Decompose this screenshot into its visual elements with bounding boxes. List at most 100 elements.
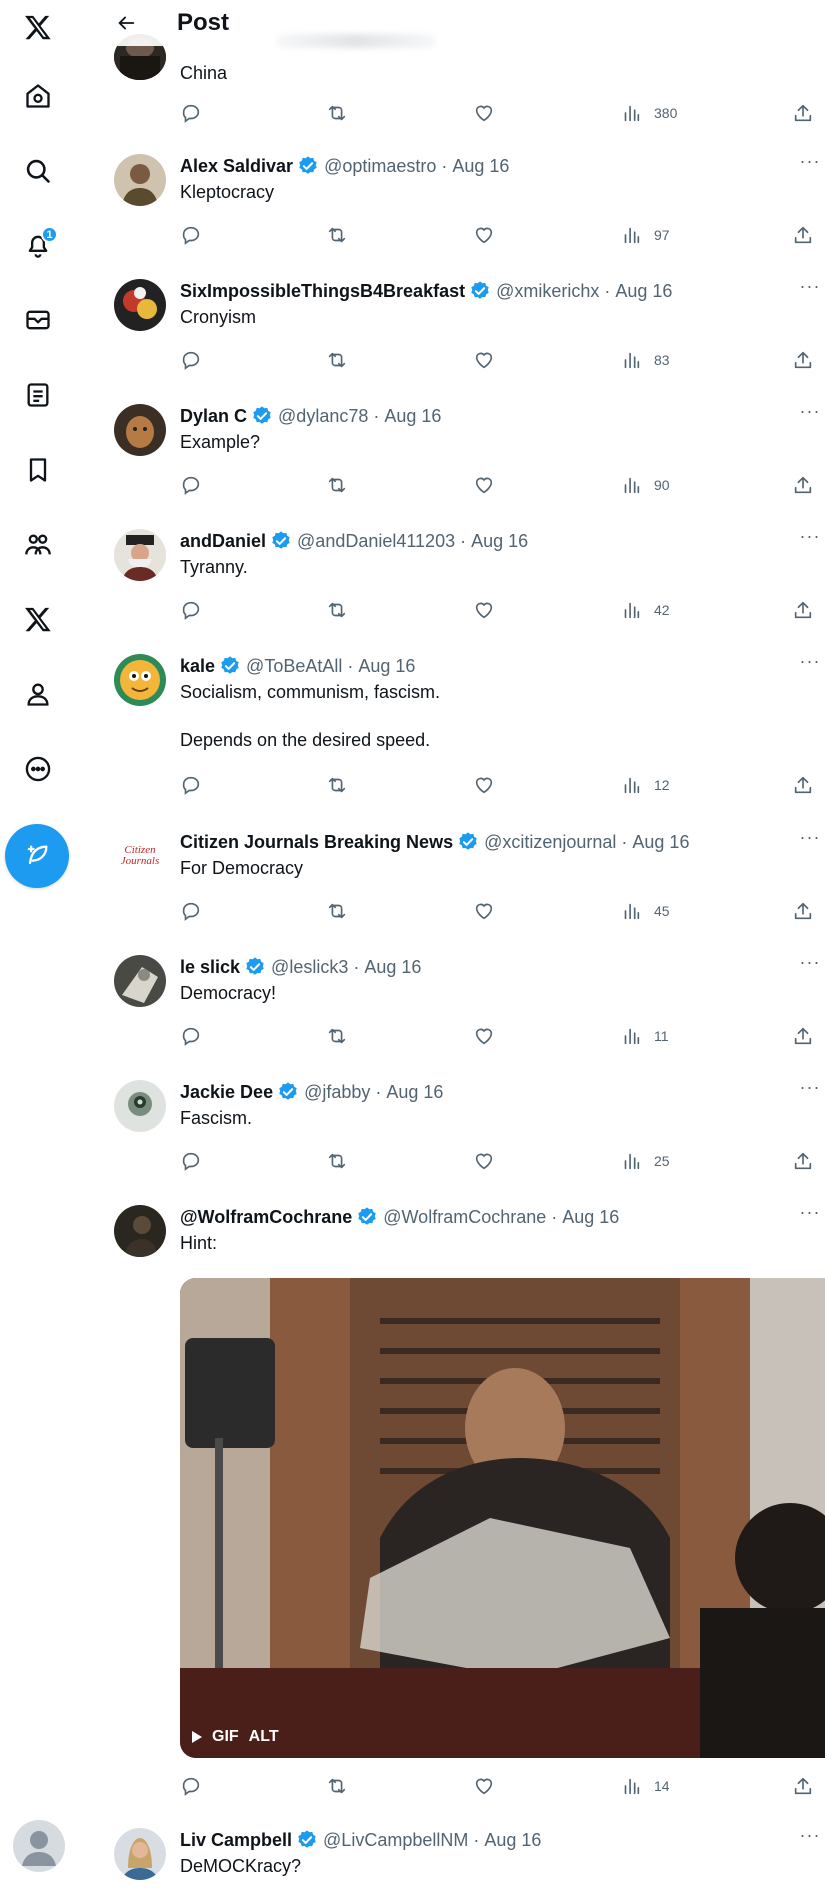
reply-button[interactable]: [180, 98, 202, 128]
more-menu-icon[interactable]: ···: [795, 1078, 825, 1102]
user-handle[interactable]: @jfabby: [304, 1082, 370, 1103]
like-button[interactable]: [473, 98, 495, 128]
views-button[interactable]: 42: [620, 595, 670, 625]
display-name[interactable]: @WolframCochrane: [180, 1207, 352, 1228]
gif-media[interactable]: GIF ALT: [180, 1278, 825, 1758]
share-button[interactable]: [792, 896, 814, 926]
reply-button[interactable]: [180, 220, 202, 250]
user-handle[interactable]: @LivCampbellNM: [323, 1830, 468, 1851]
post-date[interactable]: Aug 16: [386, 1082, 443, 1103]
post-date[interactable]: Aug 16: [484, 1830, 541, 1851]
more-menu-icon[interactable]: ···: [795, 1826, 825, 1850]
user-handle[interactable]: @dylanc78: [278, 406, 368, 427]
profile-icon[interactable]: [13, 669, 63, 719]
like-button[interactable]: [473, 896, 495, 926]
post-date[interactable]: Aug 16: [471, 531, 528, 552]
display-name[interactable]: Liv Campbell: [180, 1830, 292, 1851]
repost-button[interactable]: [326, 345, 348, 375]
like-button[interactable]: [473, 1771, 495, 1801]
display-name[interactable]: Citizen Journals Breaking News: [180, 832, 453, 853]
like-button[interactable]: [473, 345, 495, 375]
avatar[interactable]: [114, 404, 166, 456]
lists-icon[interactable]: [13, 370, 63, 420]
post-date[interactable]: Aug 16: [364, 957, 421, 978]
reply-button[interactable]: [180, 470, 202, 500]
post-date[interactable]: Aug 16: [562, 1207, 619, 1228]
avatar[interactable]: Citizen Journals: [114, 830, 166, 882]
more-menu-icon[interactable]: ···: [795, 828, 825, 852]
share-button[interactable]: [792, 1021, 814, 1051]
reply-button[interactable]: [180, 896, 202, 926]
user-handle[interactable]: @xmikerichx: [496, 281, 599, 302]
premium-x-icon[interactable]: [13, 594, 63, 644]
reply-button[interactable]: [180, 1146, 202, 1176]
repost-button[interactable]: [326, 98, 348, 128]
views-button[interactable]: 97: [620, 220, 670, 250]
avatar[interactable]: [114, 1828, 166, 1880]
user-handle[interactable]: @optimaestro: [324, 156, 436, 177]
compose-post-button[interactable]: [5, 824, 69, 888]
share-button[interactable]: [792, 220, 814, 250]
share-button[interactable]: [792, 1771, 814, 1801]
search-icon[interactable]: [13, 146, 63, 196]
more-menu-icon[interactable]: ···: [795, 527, 825, 551]
repost-button[interactable]: [326, 770, 348, 800]
share-button[interactable]: [792, 595, 814, 625]
share-button[interactable]: [792, 770, 814, 800]
share-button[interactable]: [792, 1146, 814, 1176]
home-icon[interactable]: [13, 71, 63, 121]
display-name[interactable]: SixImpossibleThingsB4Breakfast: [180, 281, 465, 302]
user-handle[interactable]: @WolframCochrane: [383, 1207, 546, 1228]
more-menu-icon[interactable]: ···: [795, 152, 825, 176]
display-name[interactable]: andDaniel: [180, 531, 266, 552]
more-menu-icon[interactable]: ···: [795, 277, 825, 301]
repost-button[interactable]: [326, 1146, 348, 1176]
views-button[interactable]: 380: [620, 98, 677, 128]
post-date[interactable]: Aug 16: [358, 656, 415, 677]
messages-icon[interactable]: [13, 295, 63, 345]
user-handle[interactable]: @leslick3: [271, 957, 348, 978]
user-handle[interactable]: @andDaniel411203: [297, 531, 455, 552]
post-date[interactable]: Aug 16: [632, 832, 689, 853]
display-name[interactable]: Dylan C: [180, 406, 247, 427]
more-menu-icon[interactable]: ···: [795, 402, 825, 426]
reply-button[interactable]: [180, 770, 202, 800]
post-date[interactable]: Aug 16: [384, 406, 441, 427]
like-button[interactable]: [473, 220, 495, 250]
display-name[interactable]: le slick: [180, 957, 240, 978]
account-avatar[interactable]: [13, 1820, 65, 1872]
more-menu-icon[interactable]: ···: [795, 1203, 825, 1227]
views-button[interactable]: 14: [620, 1771, 670, 1801]
share-button[interactable]: [792, 98, 814, 128]
views-button[interactable]: 11: [620, 1021, 669, 1051]
user-handle[interactable]: @xcitizenjournal: [484, 832, 616, 853]
avatar[interactable]: [114, 654, 166, 706]
avatar[interactable]: [114, 154, 166, 206]
post-date[interactable]: Aug 16: [452, 156, 509, 177]
like-button[interactable]: [473, 1146, 495, 1176]
repost-button[interactable]: [326, 896, 348, 926]
like-button[interactable]: [473, 770, 495, 800]
like-button[interactable]: [473, 470, 495, 500]
more-options-icon[interactable]: [13, 744, 63, 794]
repost-button[interactable]: [326, 595, 348, 625]
avatar[interactable]: [114, 279, 166, 331]
share-button[interactable]: [792, 345, 814, 375]
back-arrow-icon[interactable]: [106, 3, 146, 43]
reply-button[interactable]: [180, 595, 202, 625]
repost-button[interactable]: [326, 470, 348, 500]
like-button[interactable]: [473, 595, 495, 625]
views-button[interactable]: 12: [620, 770, 670, 800]
display-name[interactable]: kale: [180, 656, 215, 677]
share-button[interactable]: [792, 470, 814, 500]
alt-label[interactable]: ALT: [249, 1728, 279, 1746]
avatar[interactable]: [114, 1205, 166, 1257]
user-handle[interactable]: @ToBeAtAll: [246, 656, 342, 677]
repost-button[interactable]: [326, 1771, 348, 1801]
notifications-icon[interactable]: 1: [13, 220, 63, 270]
avatar[interactable]: [114, 955, 166, 1007]
reply-button[interactable]: [180, 1021, 202, 1051]
views-button[interactable]: 90: [620, 470, 670, 500]
views-button[interactable]: 45: [620, 896, 670, 926]
more-menu-icon[interactable]: ···: [795, 953, 825, 977]
